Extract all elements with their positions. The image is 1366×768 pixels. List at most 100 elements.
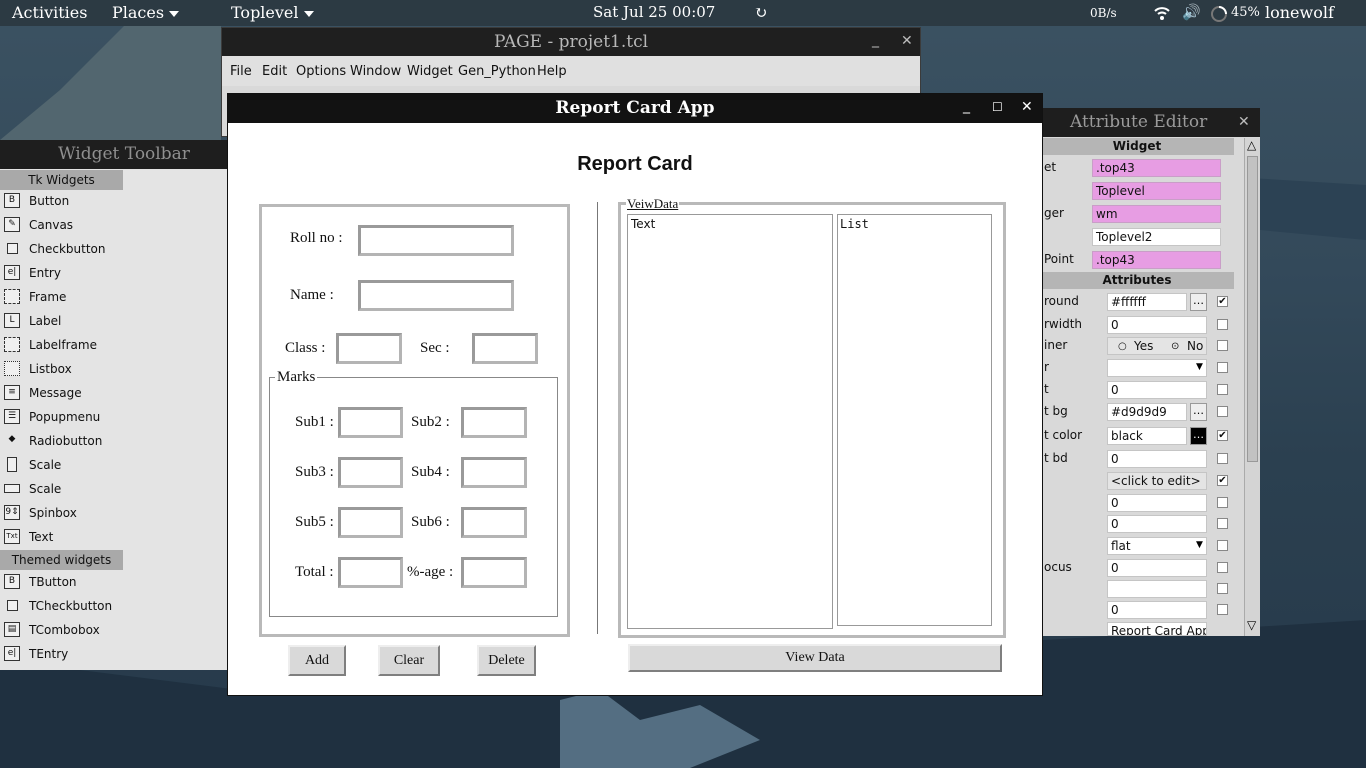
attr-checkbox[interactable] [1217, 518, 1228, 529]
activities-button[interactable]: Activities [12, 3, 87, 22]
toolbar-item-label[interactable]: L Label [4, 310, 61, 332]
attr-dropdown[interactable] [1107, 359, 1207, 377]
attr-value-field[interactable] [1107, 580, 1207, 598]
toolbar-item-scale-horizontal[interactable]: Scale [4, 478, 61, 500]
attr-value-field[interactable]: 0 [1107, 450, 1207, 468]
attr-checkbox[interactable] [1217, 406, 1228, 417]
maximize-icon[interactable]: ☐ [992, 100, 1003, 114]
toolbar-item-message[interactable]: ≡ Message [4, 382, 82, 404]
text-box[interactable]: Text [627, 214, 833, 629]
sub3-input[interactable] [338, 457, 403, 488]
radio-yes[interactable]: ○ [1118, 338, 1127, 354]
app-menu[interactable]: Toplevel [231, 3, 314, 22]
toolbar-item-text[interactable]: Txt Text [4, 526, 53, 548]
toolbar-item-tentry[interactable]: e| TEntry [4, 643, 68, 665]
attr-value-field[interactable]: 0 [1107, 601, 1207, 619]
toolbar-item-labelframe[interactable]: Labelframe [4, 334, 97, 356]
radio-no[interactable]: ⊙ [1171, 338, 1179, 354]
color-picker-button[interactable]: … [1190, 403, 1207, 421]
attr-checkbox[interactable] [1217, 562, 1228, 573]
view-data-button[interactable]: View Data [628, 644, 1002, 672]
toolbar-item-popupmenu[interactable]: ☰ Popupmenu [4, 406, 100, 428]
scroll-thumb[interactable] [1247, 156, 1258, 462]
toolbar-item-entry[interactable]: e| Entry [4, 262, 61, 284]
chevron-down-icon[interactable]: ▼ [1196, 362, 1203, 372]
color-picker-button[interactable]: … [1190, 293, 1207, 311]
relief-dropdown[interactable]: flat [1107, 537, 1207, 555]
attr-value-field[interactable]: Toplevel2 [1092, 228, 1221, 246]
attr-value-field[interactable]: black [1107, 427, 1187, 445]
menu-options[interactable]: Options [296, 64, 346, 79]
sub2-input[interactable] [461, 407, 527, 438]
attr-value-field[interactable]: Toplevel [1092, 182, 1221, 200]
attr-checkbox[interactable] [1217, 384, 1228, 395]
toolbar-item-canvas[interactable]: ✎ Canvas [4, 214, 73, 236]
user-menu[interactable]: lonewolf [1265, 3, 1334, 22]
attr-value-field[interactable]: Report Card App [1107, 622, 1207, 636]
toolbar-item-tbutton[interactable]: B TButton [4, 571, 77, 593]
volume-icon[interactable]: 🔊 [1182, 3, 1201, 21]
menu-widget[interactable]: Widget [407, 64, 453, 79]
menu-gen-python[interactable]: Gen_Python [458, 64, 536, 79]
clear-button[interactable]: Clear [378, 645, 440, 676]
close-icon[interactable]: ✕ [1021, 99, 1033, 115]
name-input[interactable] [358, 280, 514, 311]
toolbar-item-scale-vertical[interactable]: Scale [4, 454, 61, 476]
attr-value-field[interactable]: #ffffff [1107, 293, 1187, 311]
close-icon[interactable]: ✕ [901, 33, 913, 49]
widget-toolbar-titlebar[interactable]: Widget Toolbar [0, 140, 248, 169]
toolbar-item-button[interactable]: B Button [4, 190, 69, 212]
add-button[interactable]: Add [288, 645, 346, 676]
toolbar-item-listbox[interactable]: Listbox [4, 358, 72, 380]
attr-checkbox[interactable] [1217, 497, 1228, 508]
attr-value-field[interactable]: .top43 [1092, 159, 1221, 177]
attr-checkbox[interactable] [1217, 583, 1228, 594]
toolbar-item-radiobutton[interactable]: ◆ Radiobutton [4, 430, 103, 452]
menu-file[interactable]: File [230, 64, 252, 79]
minimize-icon[interactable]: _ [963, 98, 970, 114]
sub6-input[interactable] [461, 507, 527, 538]
attr-value-field[interactable]: 0 [1107, 515, 1207, 533]
attr-value-field[interactable]: 0 [1107, 381, 1207, 399]
scroll-down-icon[interactable]: ▽ [1247, 618, 1256, 632]
section-input[interactable] [472, 333, 538, 364]
chevron-down-icon[interactable]: ▼ [1196, 540, 1203, 550]
percentage-input[interactable] [461, 557, 527, 588]
delete-button[interactable]: Delete [477, 645, 536, 676]
attr-checkbox[interactable] [1217, 340, 1228, 351]
class-input[interactable] [336, 333, 402, 364]
places-menu[interactable]: Places [112, 3, 180, 22]
attr-checkbox[interactable]: ✔ [1217, 430, 1228, 441]
attr-checkbox[interactable] [1217, 453, 1228, 464]
refresh-icon[interactable]: ↻ [754, 3, 767, 22]
attribute-editor-titlebar[interactable]: Attribute Editor [1040, 108, 1260, 137]
battery-icon[interactable] [1210, 5, 1228, 23]
attr-value-field[interactable]: #d9d9d9 [1107, 403, 1187, 421]
click-to-edit-field[interactable]: <click to edit> [1107, 472, 1207, 490]
scroll-up-icon[interactable]: △ [1247, 138, 1256, 152]
attr-value-field[interactable]: .top43 [1092, 251, 1221, 269]
toolbar-item-checkbutton[interactable]: Checkbutton [4, 238, 106, 260]
sub5-input[interactable] [338, 507, 403, 538]
attr-value-field[interactable]: 0 [1107, 494, 1207, 512]
page-window-titlebar[interactable]: PAGE - projet1.tcl [222, 28, 920, 56]
toolbar-item-tcheckbutton[interactable]: TCheckbutton [4, 595, 112, 617]
attr-checkbox[interactable] [1217, 540, 1228, 551]
attr-checkbox[interactable]: ✔ [1217, 296, 1228, 307]
attr-value-field[interactable]: 0 [1107, 316, 1207, 334]
attr-value-field[interactable]: 0 [1107, 559, 1207, 577]
attr-checkbox[interactable] [1217, 319, 1228, 330]
attr-checkbox[interactable]: ✔ [1217, 475, 1228, 486]
attr-scrollbar[interactable]: △ ▽ [1244, 138, 1260, 636]
report-card-titlebar[interactable]: Report Card App [228, 94, 1042, 123]
sub1-input[interactable] [338, 407, 403, 438]
close-icon[interactable]: ✕ [1238, 114, 1250, 130]
menu-edit[interactable]: Edit [262, 64, 287, 79]
list-box[interactable]: List [837, 214, 992, 626]
attr-checkbox[interactable] [1217, 604, 1228, 615]
minimize-icon[interactable]: _ [872, 32, 879, 48]
attr-checkbox[interactable] [1217, 362, 1228, 373]
clock[interactable]: Sat Jul 25 00:07 [593, 3, 715, 21]
sub4-input[interactable] [461, 457, 527, 488]
roll-number-input[interactable] [358, 225, 514, 256]
